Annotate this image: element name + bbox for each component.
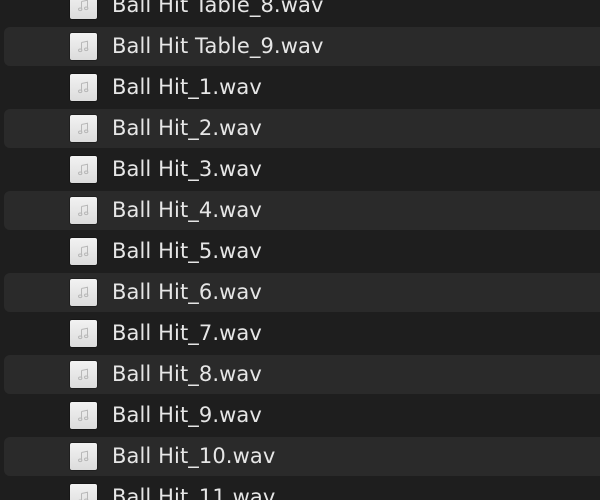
- audio-file-icon: [70, 320, 97, 347]
- file-name: Ball Hit Table_8.wav: [112, 0, 324, 17]
- file-row[interactable]: Ball Hit_2.wav: [0, 108, 600, 149]
- audio-file-icon: [70, 156, 97, 183]
- file-name: Ball Hit_11.wav: [112, 485, 276, 500]
- file-row[interactable]: Ball Hit_11.wav: [0, 477, 600, 500]
- file-name: Ball Hit_2.wav: [112, 116, 262, 140]
- audio-file-icon: [70, 238, 97, 265]
- file-name: Ball Hit Table_9.wav: [112, 34, 324, 58]
- audio-file-icon: [70, 0, 97, 19]
- file-name: Ball Hit_10.wav: [112, 444, 276, 468]
- file-name: Ball Hit_5.wav: [112, 239, 262, 263]
- file-row[interactable]: Ball Hit_4.wav: [0, 190, 600, 231]
- audio-file-icon: [70, 33, 97, 60]
- file-name: Ball Hit_9.wav: [112, 403, 262, 427]
- file-row[interactable]: Ball Hit_6.wav: [0, 272, 600, 313]
- file-row[interactable]: Ball Hit_9.wav: [0, 395, 600, 436]
- file-row[interactable]: Ball Hit_5.wav: [0, 231, 600, 272]
- audio-file-icon: [70, 115, 97, 142]
- audio-file-icon: [70, 197, 97, 224]
- file-row[interactable]: Ball Hit_1.wav: [0, 67, 600, 108]
- audio-file-icon: [70, 484, 97, 500]
- file-row[interactable]: Ball Hit Table_9.wav: [0, 26, 600, 67]
- audio-file-icon: [70, 402, 97, 429]
- file-row[interactable]: Ball Hit_8.wav: [0, 354, 600, 395]
- file-list: Ball Hit Table_8.wav Ball Hit Table_9.wa…: [0, 0, 600, 500]
- audio-file-icon: [70, 443, 97, 470]
- file-name: Ball Hit_1.wav: [112, 75, 262, 99]
- file-list-rows: Ball Hit Table_8.wav Ball Hit Table_9.wa…: [0, 0, 600, 500]
- file-row[interactable]: Ball Hit_3.wav: [0, 149, 600, 190]
- audio-file-icon: [70, 279, 97, 306]
- file-name: Ball Hit_3.wav: [112, 157, 262, 181]
- file-name: Ball Hit_8.wav: [112, 362, 262, 386]
- audio-file-icon: [70, 74, 97, 101]
- file-name: Ball Hit_6.wav: [112, 280, 262, 304]
- file-row[interactable]: Ball Hit_7.wav: [0, 313, 600, 354]
- file-row[interactable]: Ball Hit Table_8.wav: [0, 0, 600, 26]
- file-row[interactable]: Ball Hit_10.wav: [0, 436, 600, 477]
- audio-file-icon: [70, 361, 97, 388]
- file-name: Ball Hit_7.wav: [112, 321, 262, 345]
- file-name: Ball Hit_4.wav: [112, 198, 262, 222]
